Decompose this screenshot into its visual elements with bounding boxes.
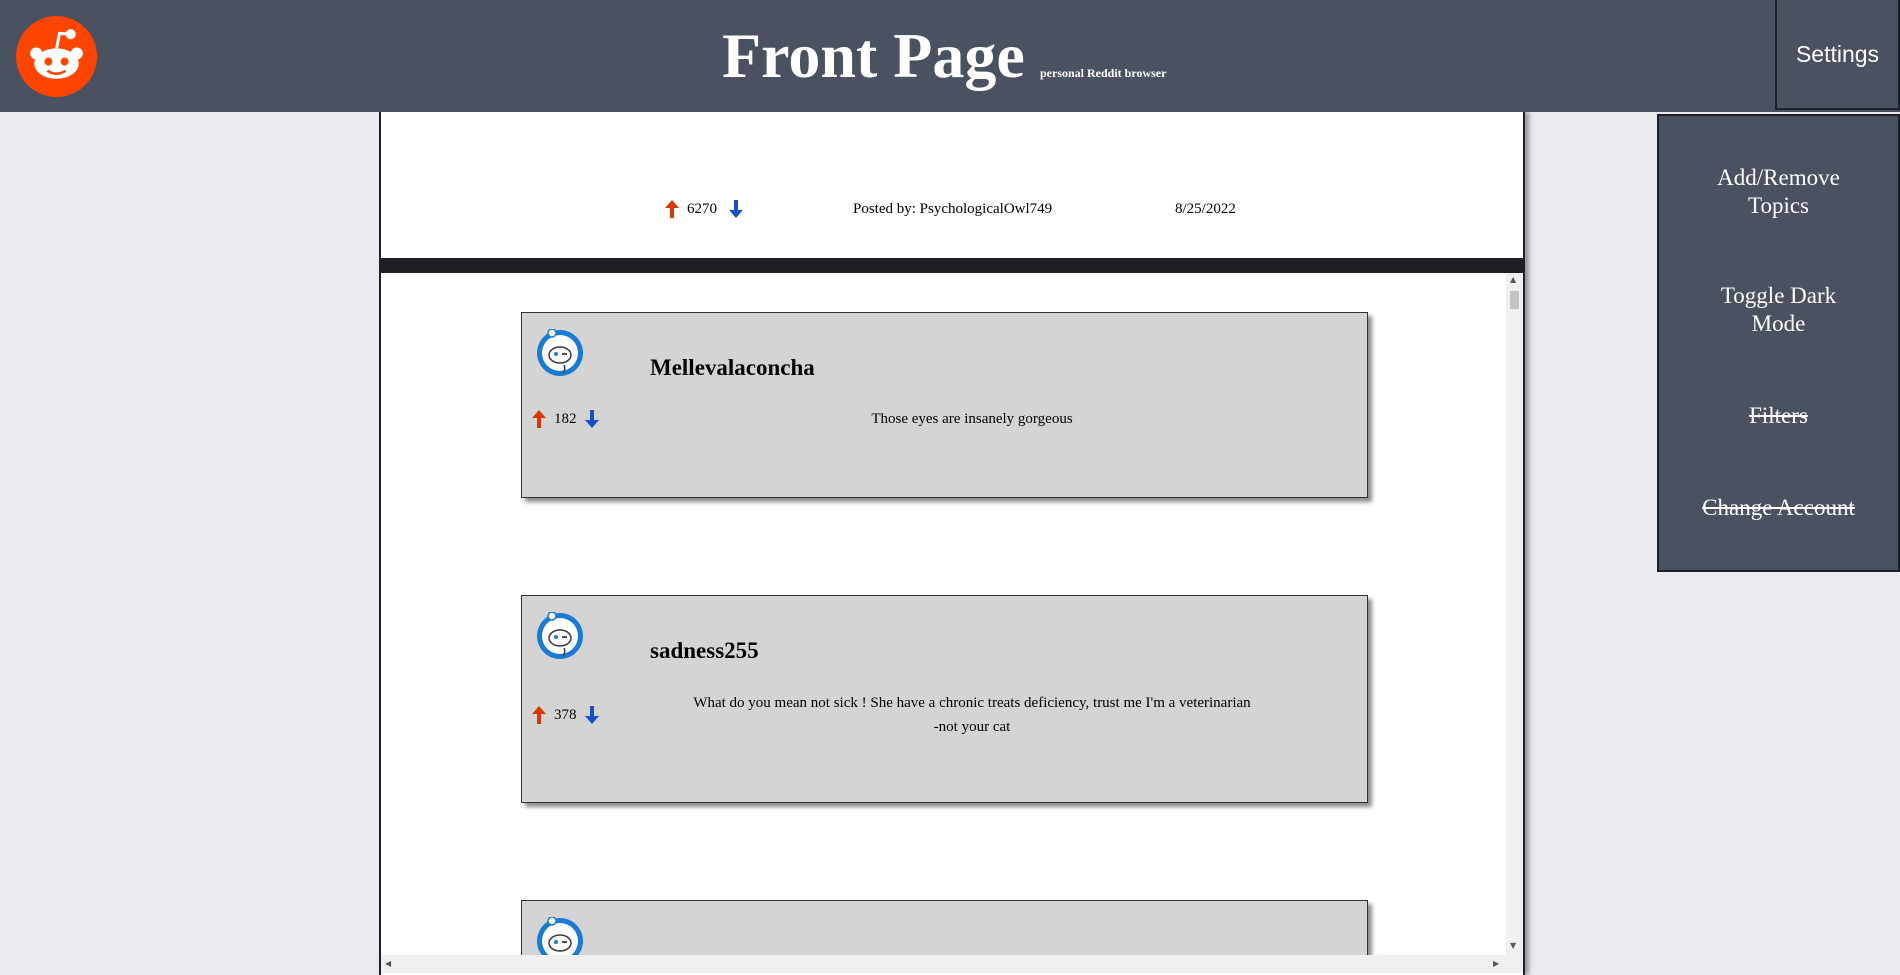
scroll-right-icon[interactable]: ▶ [1493, 959, 1499, 968]
page-title: Front Page [722, 20, 1025, 91]
scroll-up-icon[interactable]: ▲ [1510, 275, 1516, 284]
comments-list: Mellevalaconcha 182 Those eyes are insan… [381, 273, 1506, 955]
comment-text: What do you mean not sick ! She have a c… [693, 695, 1251, 735]
menu-item-add-remove-topics[interactable]: Add/Remove Topics [1659, 164, 1898, 220]
horizontal-scrollbar[interactable]: ◀ ▶ [381, 955, 1523, 973]
post-view: 6270 Posted by: PsychologicalOwl749 8/25… [379, 112, 1525, 975]
comment-votes: 182 [532, 407, 599, 431]
settings-button[interactable]: Settings [1775, 0, 1900, 110]
comment-score: 182 [554, 410, 577, 427]
section-divider [381, 258, 1523, 273]
comment-card: sadness255 378 What do you mean not sick… [521, 595, 1368, 803]
menu-item-label: Change Account [1702, 495, 1855, 520]
app-header: Front Page personal Reddit browser Setti… [0, 0, 1900, 112]
downvote-icon[interactable] [584, 706, 599, 724]
post-meta: 6270 Posted by: PsychologicalOwl749 8/25… [381, 192, 1523, 222]
menu-item-label: Toggle Dark Mode [1720, 283, 1837, 336]
downvote-icon[interactable] [729, 200, 743, 218]
menu-item-label: Filters [1749, 403, 1808, 428]
upvote-icon[interactable] [532, 410, 546, 428]
comment-votes: 378 [532, 703, 599, 727]
comment-author[interactable]: sadness255 [650, 638, 759, 664]
scroll-down-icon[interactable]: ▼ [1510, 941, 1516, 950]
vertical-scrollbar[interactable]: ▲ ▼ [1506, 273, 1523, 955]
avatar [536, 612, 584, 660]
post-author: Posted by: PsychologicalOwl749 [853, 201, 1053, 217]
downvote-icon[interactable] [584, 410, 599, 428]
avatar [536, 329, 584, 377]
comment-card [521, 900, 1368, 955]
comment-score: 378 [554, 706, 577, 723]
avatar [536, 917, 584, 955]
settings-menu: Add/Remove Topics Toggle Dark Mode Filte… [1657, 114, 1900, 572]
menu-item-filters[interactable]: Filters [1659, 402, 1898, 430]
scroll-left-icon[interactable]: ◀ [385, 959, 391, 968]
upvote-icon[interactable] [532, 706, 546, 724]
menu-item-change-account[interactable]: Change Account [1659, 494, 1898, 522]
reddit-logo-icon[interactable] [16, 16, 97, 97]
page-subtitle: personal Reddit browser [1040, 66, 1167, 80]
comment-card: Mellevalaconcha 182 Those eyes are insan… [521, 312, 1368, 498]
post-date: 8/25/2022 [1175, 201, 1236, 217]
comment-author[interactable]: Mellevalaconcha [650, 355, 815, 381]
menu-item-toggle-dark-mode[interactable]: Toggle Dark Mode [1659, 282, 1898, 338]
menu-item-label: Add/Remove Topics [1717, 165, 1840, 218]
comment-text: Those eyes are insanely gorgeous [871, 411, 1073, 427]
scrollbar-thumb[interactable] [1510, 291, 1519, 309]
upvote-icon[interactable] [665, 200, 679, 218]
post-score: 6270 [687, 201, 717, 217]
